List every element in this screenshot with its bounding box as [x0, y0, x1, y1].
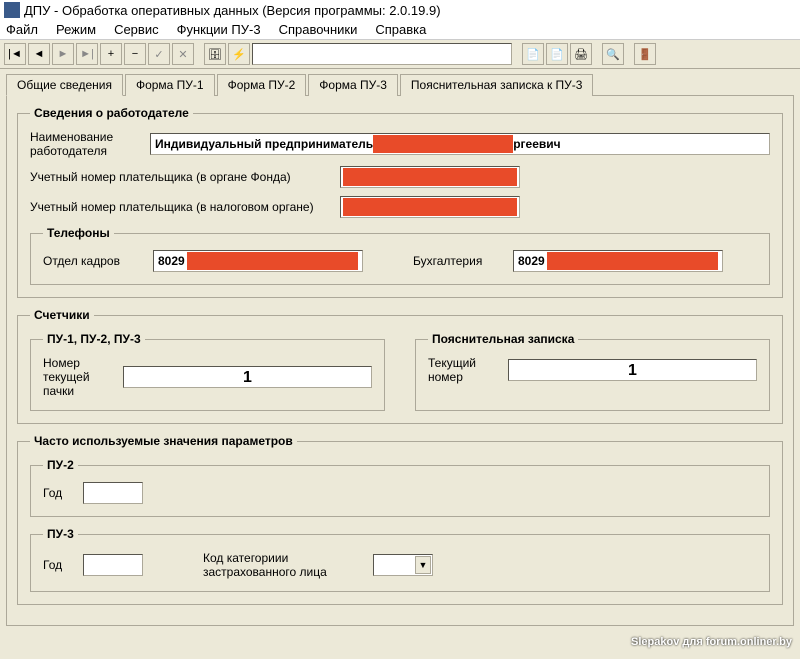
window-title: ДПУ - Обработка оперативных данных (Верс…: [24, 3, 441, 18]
group-phones: Телефоны Отдел кадров 8029 Бухгалтерия 8…: [30, 226, 770, 285]
phone-acc-input[interactable]: 8029: [513, 250, 723, 272]
employer-name-input[interactable]: Индивидуальный предприниматель ргеевич: [150, 133, 770, 155]
group-pu3: ПУ-3 Год Код категориии застрахованного …: [30, 527, 770, 592]
remove-button[interactable]: −: [124, 43, 146, 65]
separator: [594, 43, 600, 65]
pu3-year-label: Год: [43, 558, 73, 572]
menu-mode[interactable]: Режим: [56, 22, 96, 37]
group-phones-legend: Телефоны: [43, 226, 114, 240]
window-titlebar: ДПУ - Обработка оперативных данных (Верс…: [0, 0, 800, 20]
pu3-category-label: Код категориии застрахованного лица: [203, 551, 363, 579]
tab-general[interactable]: Общие сведения: [6, 74, 123, 96]
lightning-icon[interactable]: ⚡: [228, 43, 250, 65]
pu2-year-input[interactable]: [83, 482, 143, 504]
tab-note-pu3[interactable]: Пояснительная записка к ПУ-3: [400, 74, 594, 96]
group-counters-pu: ПУ-1, ПУ-2, ПУ-3 Номер текущей пачки 1: [30, 332, 385, 411]
group-counters-note-legend: Пояснительная записка: [428, 332, 578, 346]
group-employer-legend: Сведения о работодателе: [30, 106, 193, 120]
group-counters-pu-legend: ПУ-1, ПУ-2, ПУ-3: [43, 332, 145, 346]
group-frequent: Часто используемые значения параметров П…: [17, 434, 783, 605]
confirm-button[interactable]: ✓: [148, 43, 170, 65]
toolbar: |◄ ◄ ► ►| + − ✓ ✕ 🗄 ⚡ 📄 📄 🖨 🔍 🚪: [0, 40, 800, 69]
menu-service[interactable]: Сервис: [114, 22, 159, 37]
redacted-block: [343, 168, 517, 186]
redacted-block: [373, 135, 513, 153]
menu-file[interactable]: Файл: [6, 22, 38, 37]
chevron-down-icon: ▼: [415, 556, 431, 574]
group-employer: Сведения о работодателе Наименование раб…: [17, 106, 783, 298]
employer-name-prefix: Индивидуальный предприниматель: [155, 137, 373, 151]
phone-hr-label: Отдел кадров: [43, 254, 143, 268]
nav-last-button[interactable]: ►|: [76, 43, 98, 65]
document2-icon[interactable]: 📄: [546, 43, 568, 65]
menu-references[interactable]: Справочники: [279, 22, 358, 37]
separator: [626, 43, 632, 65]
group-counters-legend: Счетчики: [30, 308, 94, 322]
pu3-category-combo[interactable]: ▼: [373, 554, 433, 576]
counter-note-input[interactable]: 1: [508, 359, 757, 381]
tab-page-general: Сведения о работодателе Наименование раб…: [6, 95, 794, 626]
menubar: Файл Режим Сервис Функции ПУ-3 Справочни…: [0, 20, 800, 40]
tab-pu3[interactable]: Форма ПУ-3: [308, 74, 398, 96]
group-pu2-legend: ПУ-2: [43, 458, 78, 472]
nav-prev-button[interactable]: ◄: [28, 43, 50, 65]
employer-name-suffix: ргеевич: [513, 137, 560, 151]
group-counters: Счетчики ПУ-1, ПУ-2, ПУ-3 Номер текущей …: [17, 308, 783, 424]
group-frequent-legend: Часто используемые значения параметров: [30, 434, 297, 448]
acct-tax-label: Учетный номер плательщика (в налоговом о…: [30, 200, 330, 214]
group-pu3-legend: ПУ-3: [43, 527, 78, 541]
pu2-year-label: Год: [43, 486, 73, 500]
pu3-year-input[interactable]: [83, 554, 143, 576]
add-button[interactable]: +: [100, 43, 122, 65]
phone-hr-input[interactable]: 8029: [153, 250, 363, 272]
acct-fund-input[interactable]: [340, 166, 520, 188]
separator: [514, 43, 520, 65]
group-counters-note: Пояснительная записка Текущий номер 1: [415, 332, 770, 411]
nav-next-button[interactable]: ►: [52, 43, 74, 65]
search-icon[interactable]: 🔍: [602, 43, 624, 65]
group-pu2: ПУ-2 Год: [30, 458, 770, 517]
phone-acc-label: Бухгалтерия: [413, 254, 503, 268]
print-icon[interactable]: 🖨: [570, 43, 592, 65]
app-icon: [4, 2, 20, 18]
counter-pu-label: Номер текущей пачки: [43, 356, 113, 398]
separator: [196, 43, 202, 65]
redacted-block: [187, 252, 358, 270]
exit-icon[interactable]: 🚪: [634, 43, 656, 65]
phone-acc-value: 8029: [518, 254, 545, 268]
counter-pu-input[interactable]: 1: [123, 366, 372, 388]
acct-fund-label: Учетный номер плательщика (в органе Фонд…: [30, 170, 330, 184]
nav-first-button[interactable]: |◄: [4, 43, 26, 65]
cancel-button[interactable]: ✕: [172, 43, 194, 65]
toolbar-search-input[interactable]: [252, 43, 512, 65]
phone-hr-value: 8029: [158, 254, 185, 268]
employer-name-label: Наименование работодателя: [30, 130, 140, 158]
tab-strip: Общие сведения Форма ПУ-1 Форма ПУ-2 Фор…: [0, 69, 800, 95]
menu-functions-pu3[interactable]: Функции ПУ-3: [177, 22, 261, 37]
menu-help[interactable]: Справка: [375, 22, 426, 37]
document-icon[interactable]: 📄: [522, 43, 544, 65]
tab-pu1[interactable]: Форма ПУ-1: [125, 74, 215, 96]
database-icon[interactable]: 🗄: [204, 43, 226, 65]
watermark-text: Slepakov для forum.onliner.by: [631, 636, 792, 648]
acct-tax-input[interactable]: [340, 196, 520, 218]
tab-pu2[interactable]: Форма ПУ-2: [217, 74, 307, 96]
redacted-block: [547, 252, 718, 270]
redacted-block: [343, 198, 517, 216]
counter-note-label: Текущий номер: [428, 356, 498, 384]
